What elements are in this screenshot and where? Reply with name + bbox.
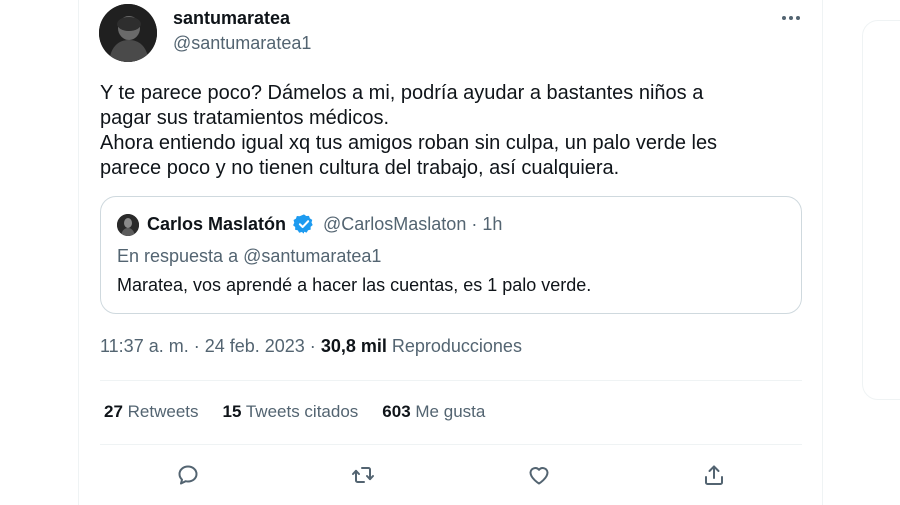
divider [100, 444, 802, 445]
quotes-stat[interactable]: 15 Tweets citados [223, 402, 359, 422]
quote-handle-time: @CarlosMaslaton · 1h [323, 214, 503, 234]
avatar-photo [99, 4, 157, 62]
tweet-stats: 27 Retweets 15 Tweets citados 603 Me gus… [104, 402, 485, 422]
likes-stat[interactable]: 603 Me gusta [382, 402, 485, 422]
tweet-text: Y te parece poco? Dámelos a mi, podría a… [100, 82, 718, 179]
verified-badge-icon [293, 213, 315, 235]
reply-icon [178, 465, 198, 485]
more-horizontal-icon [782, 16, 800, 20]
quote-author-name: Carlos Maslatón [147, 214, 287, 234]
retweet-icon [352, 467, 374, 483]
share-button[interactable] [699, 460, 729, 490]
divider [100, 380, 802, 381]
quote-author-avatar [117, 214, 139, 236]
author-avatar[interactable] [99, 4, 157, 62]
tweet-timestamp[interactable]: 11:37 a. m. · 24 feb. 2023 · [100, 336, 321, 356]
side-panel [862, 20, 900, 400]
views-label: Reproducciones [386, 336, 522, 356]
reply-button[interactable] [173, 460, 203, 490]
views-count: 30,8 mil [320, 336, 387, 356]
quote-reply-context: En respuesta a @santumaratea1 [117, 246, 382, 266]
quoted-tweet[interactable]: Carlos Maslatón @CarlosMaslaton · 1h En … [100, 196, 802, 314]
like-button[interactable] [524, 460, 554, 490]
share-icon [705, 465, 723, 485]
retweets-stat[interactable]: 27 Retweets [104, 402, 199, 422]
quote-avatar-photo [117, 214, 139, 236]
retweet-button[interactable] [348, 460, 378, 490]
tweet-meta: 11:37 a. m. · 24 feb. 2023 · 30,8 mil Re… [100, 336, 522, 357]
more-options-button[interactable] [776, 4, 806, 32]
author-display-name[interactable]: santumaratea [173, 8, 290, 29]
action-bar [0, 460, 900, 490]
author-handle[interactable]: @santumaratea1 [173, 33, 311, 54]
quote-text: Maratea, vos aprendé a hacer las cuentas… [117, 275, 592, 295]
heart-icon [529, 467, 549, 485]
